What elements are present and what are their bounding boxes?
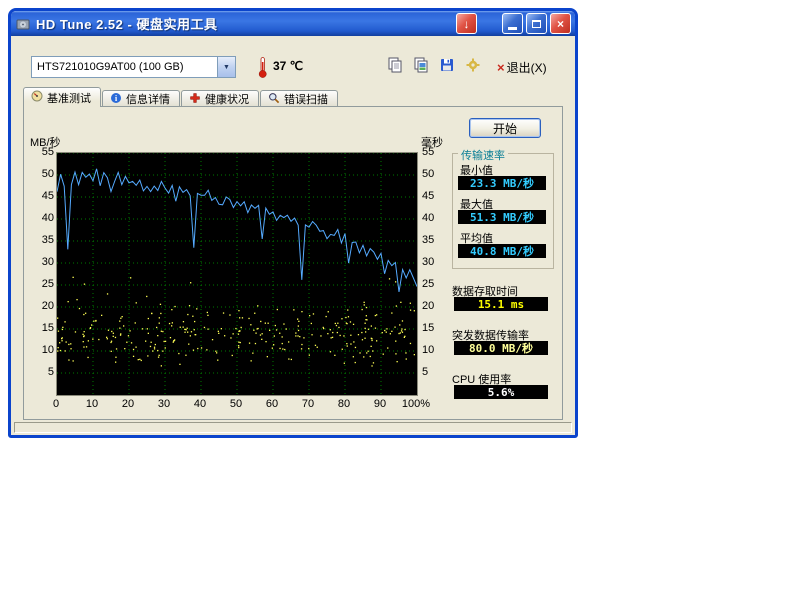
axis-tick: 30 <box>422 256 434 268</box>
cpu-usage-value: 5.6% <box>454 385 548 399</box>
axis-tick: 50 <box>422 168 434 180</box>
close-icon: × <box>557 17 564 31</box>
axis-tick: 30 <box>158 398 170 410</box>
left-axis-ticks: 555045403530252015105 <box>26 152 54 394</box>
tab-benchmark[interactable]: 基准测试 <box>23 87 101 107</box>
transfer-rate-group-title: 传输速率 <box>458 147 508 163</box>
copy-screenshot-button[interactable] <box>409 55 433 79</box>
maximize-button[interactable] <box>526 13 547 34</box>
copy-text-button[interactable] <box>383 55 407 79</box>
close-button[interactable]: × <box>550 13 571 34</box>
chart-canvas <box>57 153 417 395</box>
axis-tick: 25 <box>422 278 434 290</box>
save-screenshot-button[interactable] <box>435 55 459 79</box>
axis-tick: 90 <box>374 398 386 410</box>
axis-tick: 20 <box>122 398 134 410</box>
gear-icon <box>465 57 481 78</box>
min-value: 23.3 MB/秒 <box>458 176 546 190</box>
axis-tick: 50 <box>42 168 54 180</box>
axis-tick: 10 <box>422 344 434 356</box>
magnifier-icon <box>268 92 280 107</box>
axis-tick: 20 <box>42 300 54 312</box>
tab-bar: 基准测试 i 信息详情 健康状况 错误扫描 <box>23 87 339 107</box>
tab-info-label: 信息详情 <box>126 91 170 107</box>
minimize-button[interactable] <box>502 13 523 34</box>
update-button[interactable]: ↓ <box>456 13 477 34</box>
titlebar[interactable]: HD Tune 2.52 - 硬盘实用工具 ↓ × <box>11 11 575 36</box>
info-icon: i <box>110 92 122 107</box>
transfer-rate-group: 传输速率 最小值 23.3 MB/秒 最大值 51.3 MB/秒 平均值 40.… <box>452 153 554 269</box>
axis-tick: 100% <box>402 398 430 410</box>
axis-tick: 15 <box>42 322 54 334</box>
copy-screenshot-icon <box>413 57 429 78</box>
right-axis-ticks: 555045403530252015105 <box>420 152 450 394</box>
axis-tick: 80 <box>338 398 350 410</box>
drive-select-value: HTS721010G9AT00 (100 GB) <box>32 61 217 73</box>
hdtune-window: HD Tune 2.52 - 硬盘实用工具 ↓ × HTS721010G9AT0… <box>8 8 578 438</box>
axis-tick: 50 <box>230 398 242 410</box>
axis-tick: 55 <box>422 146 434 158</box>
axis-tick: 40 <box>194 398 206 410</box>
max-value: 51.3 MB/秒 <box>458 210 546 224</box>
health-cross-icon <box>189 92 201 107</box>
axis-tick: 30 <box>42 256 54 268</box>
axis-tick: 45 <box>42 190 54 202</box>
exit-button[interactable]: × 退出(X) <box>497 57 547 77</box>
axis-tick: 35 <box>422 234 434 246</box>
thermometer-icon <box>257 56 268 84</box>
tab-health[interactable]: 健康状况 <box>181 90 259 107</box>
drive-select[interactable]: HTS721010G9AT00 (100 GB) ▼ <box>31 56 236 78</box>
exit-label: 退出(X) <box>507 59 547 76</box>
app-icon <box>15 16 31 32</box>
axis-tick: 5 <box>48 366 54 378</box>
benchmark-panel: 开始 MB/秒 毫秒 555045403530252015105 5550454… <box>23 106 563 420</box>
options-button[interactable] <box>461 55 485 79</box>
save-icon <box>439 57 455 78</box>
start-button-label: 开始 <box>493 120 517 137</box>
burst-rate-value: 80.0 MB/秒 <box>454 341 548 355</box>
axis-tick: 35 <box>42 234 54 246</box>
tab-benchmark-label: 基准测试 <box>47 90 91 106</box>
window-title: HD Tune 2.52 - 硬盘实用工具 <box>36 14 453 33</box>
avg-value: 40.8 MB/秒 <box>458 244 546 258</box>
axis-tick: 10 <box>86 398 98 410</box>
axis-tick: 70 <box>302 398 314 410</box>
exit-x-icon: × <box>497 61 505 74</box>
axis-tick: 10 <box>42 344 54 356</box>
minimize-icon <box>508 27 517 30</box>
axis-tick: 55 <box>42 146 54 158</box>
axis-tick: 40 <box>42 212 54 224</box>
window-body: HTS721010G9AT00 (100 GB) ▼ 37 ℃ × 退出(X) <box>11 36 575 435</box>
axis-tick: 40 <box>422 212 434 224</box>
axis-tick: 60 <box>266 398 278 410</box>
tab-error-scan[interactable]: 错误扫描 <box>260 90 338 107</box>
axis-tick: 15 <box>422 322 434 334</box>
copy-text-icon <box>387 57 403 78</box>
benchmark-chart <box>56 152 418 396</box>
chevron-down-icon[interactable]: ▼ <box>217 57 235 77</box>
axis-tick: 45 <box>422 190 434 202</box>
axis-tick: 0 <box>53 398 59 410</box>
axis-tick: 20 <box>422 300 434 312</box>
axis-tick: 5 <box>422 366 428 378</box>
benchmark-icon <box>31 90 43 105</box>
axis-tick: 25 <box>42 278 54 290</box>
temperature-label: 37 ℃ <box>273 59 303 73</box>
maximize-icon <box>532 20 541 28</box>
download-arrow-icon: ↓ <box>464 17 470 31</box>
tab-health-label: 健康状况 <box>205 91 249 107</box>
access-time-value: 15.1 ms <box>454 297 548 311</box>
tab-error-scan-label: 错误扫描 <box>284 91 328 107</box>
status-bar <box>14 422 572 433</box>
start-button[interactable]: 开始 <box>469 118 541 138</box>
x-axis-ticks: 0102030405060708090100% <box>56 398 416 412</box>
tab-info[interactable]: i 信息详情 <box>102 90 180 107</box>
